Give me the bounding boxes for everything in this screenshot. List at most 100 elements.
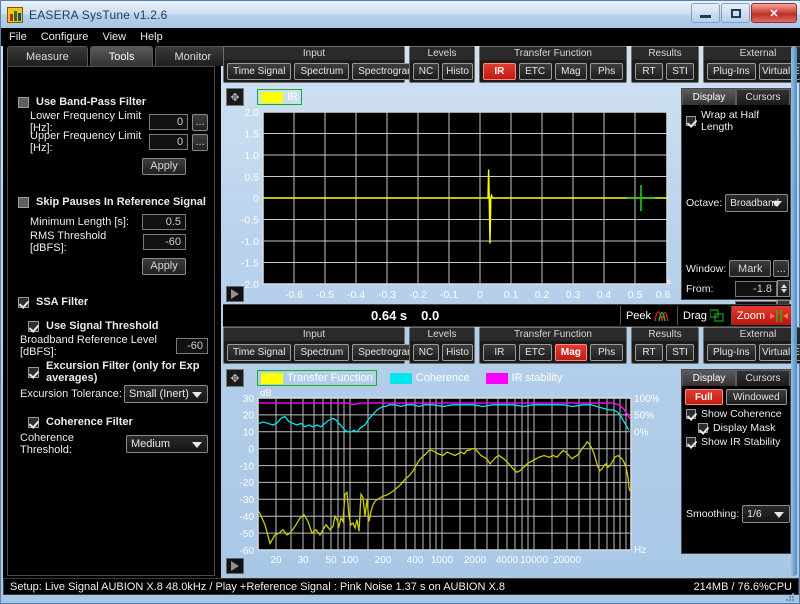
from-spinner[interactable] bbox=[777, 280, 790, 297]
excursion-filter-row[interactable]: Excursion Filter (only for Exp averages) bbox=[8, 360, 214, 384]
excursion-tolerance-select[interactable]: Small (Inert) bbox=[124, 385, 208, 403]
svg-text:0.5: 0.5 bbox=[244, 172, 259, 184]
toolbar-group-external-bottom: External Plug-Ins Virtual EQ bbox=[703, 327, 800, 364]
zoom-button[interactable]: Zoom bbox=[730, 306, 793, 325]
minimum-length-input[interactable]: 0.5 bbox=[142, 214, 186, 230]
svg-text:0.2: 0.2 bbox=[535, 289, 550, 301]
display-mask-row[interactable]: Display Mask bbox=[682, 420, 790, 434]
button-histo-bottom[interactable]: Histo bbox=[442, 344, 473, 361]
legend-item-ir[interactable]: IR bbox=[257, 89, 302, 105]
resize-grip[interactable] bbox=[783, 590, 797, 602]
button-spectrum-top[interactable]: Spectrum bbox=[294, 63, 350, 80]
broadband-reference-input[interactable]: -60 bbox=[175, 338, 208, 354]
show-coherence-row[interactable]: Show Coherence bbox=[682, 405, 790, 420]
tools-panel-body: Use Band-Pass Filter Lower Frequency Lim… bbox=[7, 66, 215, 576]
legend-item-transfer-function[interactable]: Transfer Function bbox=[257, 370, 377, 386]
upper-frequency-browse-button[interactable]: ... bbox=[192, 133, 208, 151]
minimize-button[interactable] bbox=[691, 3, 720, 23]
group-caption-levels: Levels bbox=[410, 47, 474, 60]
from-input[interactable]: -1.8 bbox=[735, 280, 777, 297]
menu-item-configure[interactable]: Configure bbox=[41, 31, 89, 43]
use-band-pass-filter-row[interactable]: Use Band-Pass Filter bbox=[8, 92, 214, 112]
tab-display-bottom[interactable]: Display bbox=[682, 370, 736, 386]
peek-button[interactable]: Peek bbox=[619, 306, 677, 325]
button-ir-bottom[interactable]: IR bbox=[483, 344, 516, 361]
button-mag-top[interactable]: Mag bbox=[554, 63, 588, 80]
button-mag-bottom[interactable]: Mag bbox=[554, 344, 588, 361]
show-ir-stability-checkbox[interactable] bbox=[686, 437, 696, 447]
legend-swatch-ir-stability bbox=[485, 372, 508, 384]
ssa-filter-checkbox[interactable] bbox=[18, 296, 29, 308]
use-band-pass-filter-checkbox[interactable] bbox=[18, 96, 29, 108]
menu-item-view[interactable]: View bbox=[102, 31, 126, 43]
button-etc-bottom[interactable]: ETC bbox=[518, 344, 552, 361]
menu-item-help[interactable]: Help bbox=[140, 31, 163, 43]
button-phs-bottom[interactable]: Phs bbox=[590, 344, 623, 361]
wrap-half-length-row[interactable]: Wrap at Half Length bbox=[682, 105, 790, 133]
skip-pauses-checkbox[interactable] bbox=[18, 196, 29, 208]
legend-swatch-ir bbox=[261, 91, 283, 103]
button-spectrum-bottom[interactable]: Spectrum bbox=[294, 344, 350, 361]
button-time-signal-bottom[interactable]: Time Signal bbox=[227, 344, 292, 361]
show-ir-stability-row[interactable]: Show IR Stability bbox=[682, 434, 790, 448]
svg-text:-2.0: -2.0 bbox=[241, 279, 259, 291]
button-nc-bottom[interactable]: NC bbox=[413, 344, 439, 361]
coherence-threshold-select[interactable]: Medium bbox=[125, 435, 208, 453]
coherence-filter-row[interactable]: Coherence Filter bbox=[8, 412, 214, 432]
display-mask-checkbox[interactable] bbox=[698, 423, 708, 433]
coherence-filter-checkbox[interactable] bbox=[28, 416, 39, 428]
lower-frequency-input[interactable]: 0 bbox=[149, 114, 189, 130]
svg-text:20000: 20000 bbox=[553, 555, 581, 566]
button-plugins-bottom[interactable]: Plug-Ins bbox=[707, 344, 756, 361]
ssa-filter-row[interactable]: SSA Filter bbox=[8, 292, 214, 312]
skip-pauses-row[interactable]: Skip Pauses In Reference Signal bbox=[8, 192, 214, 212]
legend-label-ir-stability: IR stability bbox=[511, 372, 563, 384]
button-histo-top[interactable]: Histo bbox=[442, 63, 473, 80]
button-rt-top[interactable]: RT bbox=[635, 63, 663, 80]
legend-item-coherence[interactable]: Coherence bbox=[387, 371, 473, 385]
full-button[interactable]: Full bbox=[685, 389, 723, 405]
wrap-half-length-checkbox[interactable] bbox=[686, 116, 696, 126]
windowed-button[interactable]: Windowed bbox=[725, 389, 787, 405]
button-rt-bottom[interactable]: RT bbox=[635, 344, 663, 361]
show-coherence-checkbox[interactable] bbox=[686, 409, 696, 419]
drag-button[interactable]: Drag bbox=[677, 306, 731, 325]
maximize-button[interactable] bbox=[721, 3, 750, 23]
use-signal-threshold-checkbox[interactable] bbox=[28, 320, 39, 332]
rms-threshold-input[interactable]: -60 bbox=[142, 234, 186, 250]
use-signal-threshold-row[interactable]: Use Signal Threshold bbox=[8, 316, 214, 336]
button-time-signal-top[interactable]: Time Signal bbox=[227, 63, 292, 80]
smoothing-select[interactable]: 1/6 bbox=[742, 505, 790, 523]
button-plugins-top[interactable]: Plug-Ins bbox=[707, 63, 756, 80]
button-sti-top[interactable]: STI bbox=[666, 63, 694, 80]
button-phs-top[interactable]: Phs bbox=[590, 63, 623, 80]
upper-frequency-input[interactable]: 0 bbox=[149, 134, 189, 150]
button-etc-top[interactable]: ETC bbox=[518, 63, 552, 80]
coherence-threshold-value: Medium bbox=[130, 438, 171, 450]
button-sti-bottom[interactable]: STI bbox=[666, 344, 694, 361]
menu-item-file[interactable]: File bbox=[9, 31, 27, 43]
svg-text:30: 30 bbox=[297, 555, 309, 566]
tab-measure[interactable]: Measure bbox=[7, 46, 88, 66]
window-mark-button[interactable]: Mark bbox=[729, 260, 772, 277]
legend-item-ir-stability[interactable]: IR stability bbox=[483, 371, 566, 385]
magnitude-chart[interactable]: 30 20 10 0 -10 -20 -30 -40 -50 -60 dB 10… bbox=[223, 387, 679, 577]
impulse-response-chart[interactable]: 2.0 1.5 1.0 0.5 0 -0.5 -1.0 -1.5 -2.0 -0… bbox=[223, 108, 679, 304]
bandpass-apply-button[interactable]: Apply bbox=[142, 157, 186, 175]
svg-text:-0.1: -0.1 bbox=[440, 289, 458, 301]
tab-tools[interactable]: Tools bbox=[89, 46, 154, 66]
button-nc-top[interactable]: NC bbox=[413, 63, 439, 80]
octave-select[interactable]: Broadband bbox=[725, 194, 789, 212]
tab-display-top[interactable]: Display bbox=[682, 89, 736, 105]
lower-frequency-browse-button[interactable]: ... bbox=[192, 113, 208, 131]
tab-monitor[interactable]: Monitor bbox=[155, 46, 231, 66]
app-icon bbox=[7, 6, 23, 23]
button-ir-top[interactable]: IR bbox=[483, 63, 516, 80]
tab-cursors-bottom[interactable]: Cursors bbox=[736, 370, 790, 386]
excursion-filter-checkbox[interactable] bbox=[28, 366, 39, 378]
main-vertical-scrollbar[interactable] bbox=[791, 46, 797, 576]
window-browse-button[interactable]: ... bbox=[773, 260, 790, 277]
skip-pauses-apply-button[interactable]: Apply bbox=[142, 257, 186, 275]
close-button[interactable]: ✕ bbox=[751, 3, 797, 23]
tab-cursors-top[interactable]: Cursors bbox=[736, 89, 790, 105]
